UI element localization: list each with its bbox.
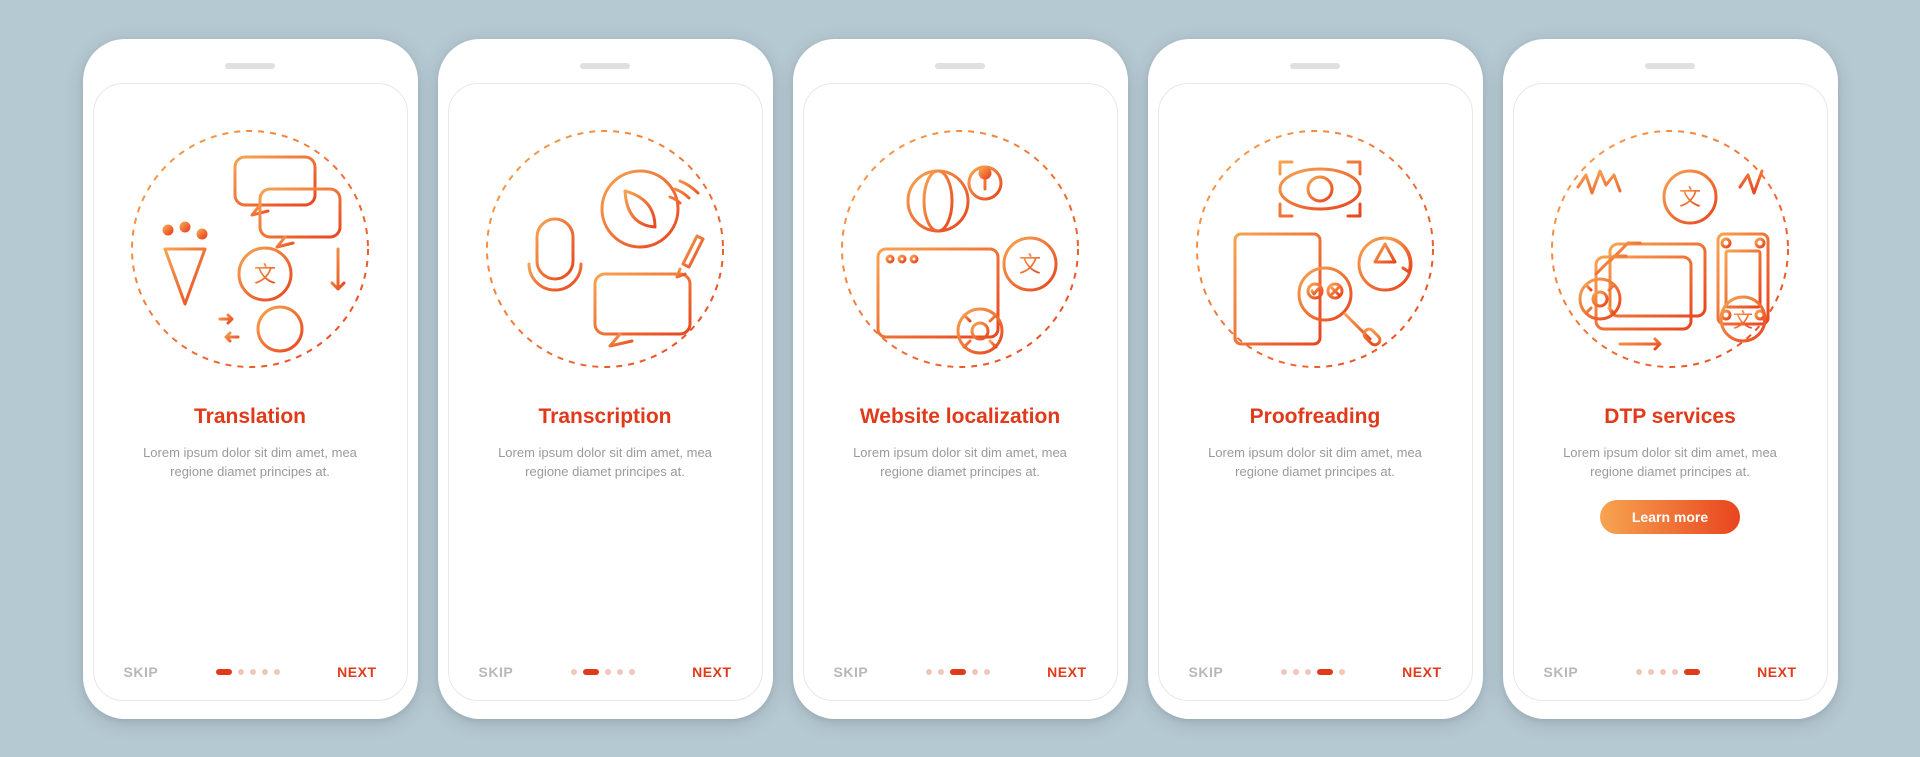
proofreading-icon — [1181, 104, 1450, 394]
screen-title: DTP services — [1604, 404, 1736, 429]
dot — [1317, 669, 1333, 675]
skip-button[interactable]: SKIP — [1544, 664, 1579, 680]
next-button[interactable]: NEXT — [1402, 664, 1441, 680]
translation-icon: 文 — [116, 104, 385, 394]
svg-text:文: 文 — [1679, 185, 1701, 210]
dot — [950, 669, 966, 675]
dot — [1293, 669, 1299, 675]
dot — [629, 669, 635, 675]
dot — [1339, 669, 1345, 675]
dot — [984, 669, 990, 675]
screen-description: Lorem ipsum dolor sit dim amet, mea regi… — [130, 443, 370, 482]
page-indicator — [216, 669, 280, 675]
skip-button[interactable]: SKIP — [479, 664, 514, 680]
page-indicator — [926, 669, 990, 675]
transcription-icon — [471, 104, 740, 394]
screen-description: Lorem ipsum dolor sit dim amet, mea regi… — [1550, 443, 1790, 482]
onboarding-footer: SKIP NEXT — [471, 658, 740, 682]
content-area: Proofreading Lorem ipsum dolor sit dim a… — [1181, 394, 1450, 658]
onboarding-footer: SKIP NEXT — [1181, 658, 1450, 682]
svg-text:文: 文 — [1733, 309, 1753, 332]
onboarding-footer: SKIP NEXT — [116, 658, 385, 682]
phone-frame: 文 Website localization Lorem ipsum dolor… — [793, 39, 1128, 719]
content-area: Translation Lorem ipsum dolor sit dim am… — [116, 394, 385, 658]
onboarding-screen: 文 Translation Lorem ipsum dolor sit dim … — [93, 83, 408, 701]
dot — [1636, 669, 1642, 675]
onboarding-screen: 文 文 DTP services Lorem ipsum dolor sit d… — [1513, 83, 1828, 701]
onboarding-screen: Transcription Lorem ipsum dolor sit dim … — [448, 83, 763, 701]
screen-title: Transcription — [538, 404, 671, 429]
dot — [926, 669, 932, 675]
onboarding-footer: SKIP NEXT — [1536, 658, 1805, 682]
next-button[interactable]: NEXT — [1757, 664, 1796, 680]
page-indicator — [1281, 669, 1345, 675]
phone-frame: Proofreading Lorem ipsum dolor sit dim a… — [1148, 39, 1483, 719]
dot — [1684, 669, 1700, 675]
learn-more-button[interactable]: Learn more — [1600, 500, 1740, 534]
dot — [1305, 669, 1311, 675]
next-button[interactable]: NEXT — [1047, 664, 1086, 680]
dtp-services-icon: 文 文 — [1536, 104, 1805, 394]
screen-title: Translation — [194, 404, 306, 429]
screen-description: Lorem ipsum dolor sit dim amet, mea regi… — [485, 443, 725, 482]
page-indicator — [571, 669, 635, 675]
skip-button[interactable]: SKIP — [124, 664, 159, 680]
dot — [1281, 669, 1287, 675]
skip-button[interactable]: SKIP — [834, 664, 869, 680]
phone-frame: Transcription Lorem ipsum dolor sit dim … — [438, 39, 773, 719]
onboarding-footer: SKIP NEXT — [826, 658, 1095, 682]
svg-text:文: 文 — [1019, 252, 1041, 277]
skip-button[interactable]: SKIP — [1189, 664, 1224, 680]
onboarding-screen: 文 Website localization Lorem ipsum dolor… — [803, 83, 1118, 701]
dot — [238, 669, 244, 675]
screen-description: Lorem ipsum dolor sit dim amet, mea regi… — [1195, 443, 1435, 482]
dot — [1672, 669, 1678, 675]
screen-title: Website localization — [860, 404, 1060, 429]
next-button[interactable]: NEXT — [337, 664, 376, 680]
dot — [250, 669, 256, 675]
content-area: Transcription Lorem ipsum dolor sit dim … — [471, 394, 740, 658]
screen-title: Proofreading — [1250, 404, 1381, 429]
svg-text:文: 文 — [254, 262, 276, 287]
onboarding-screen: Proofreading Lorem ipsum dolor sit dim a… — [1158, 83, 1473, 701]
dot — [938, 669, 944, 675]
dot — [571, 669, 577, 675]
dot — [972, 669, 978, 675]
dot — [617, 669, 623, 675]
content-area: Website localization Lorem ipsum dolor s… — [826, 394, 1095, 658]
dot — [274, 669, 280, 675]
page-indicator — [1636, 669, 1700, 675]
screen-description: Lorem ipsum dolor sit dim amet, mea regi… — [840, 443, 1080, 482]
next-button[interactable]: NEXT — [692, 664, 731, 680]
content-area: DTP services Lorem ipsum dolor sit dim a… — [1536, 394, 1805, 658]
dot — [262, 669, 268, 675]
phone-frame: 文 Translation Lorem ipsum dolor sit dim … — [83, 39, 418, 719]
dot — [583, 669, 599, 675]
dot — [1648, 669, 1654, 675]
dot — [1660, 669, 1666, 675]
dot — [605, 669, 611, 675]
phone-frame: 文 文 DTP services Lorem ipsum dolor sit d… — [1503, 39, 1838, 719]
dot — [216, 669, 232, 675]
website-localization-icon: 文 — [826, 104, 1095, 394]
